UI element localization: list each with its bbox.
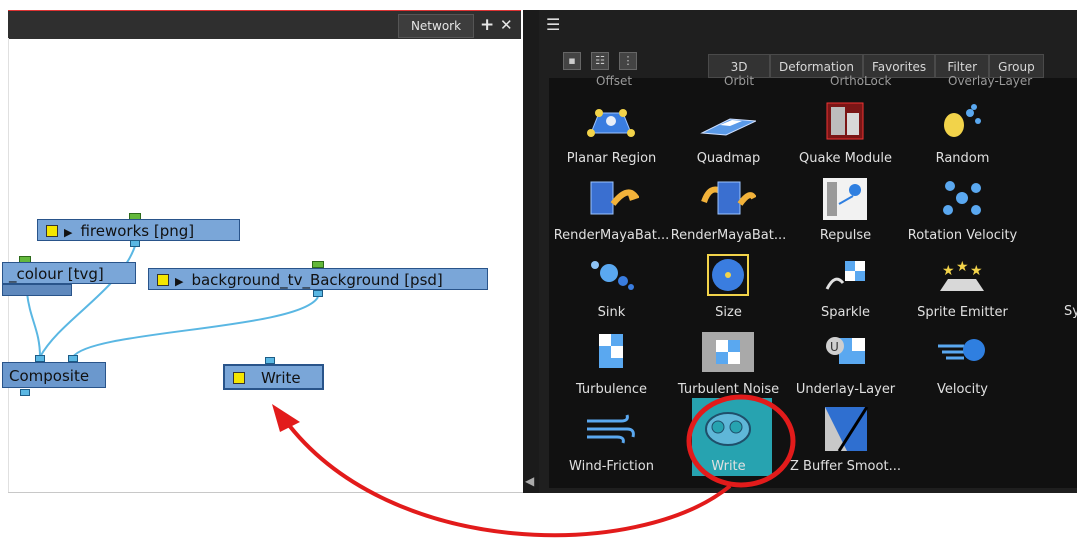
list-view-icon[interactable]: ☷ xyxy=(591,52,609,70)
collapse-arrow-icon[interactable]: ◀ xyxy=(525,474,534,488)
library-item-label: Turbulence xyxy=(575,382,648,397)
rotation-velocity-icon xyxy=(943,181,981,215)
random-icon xyxy=(944,104,981,137)
library-item-render-maya-batch-2[interactable]: RenderMayaBat... xyxy=(670,176,787,252)
library-item-label-orbit: Orbit xyxy=(724,74,755,88)
library-item-label: Z Buffer Smoot... xyxy=(790,459,901,474)
expand-arrow-icon[interactable]: ▶ xyxy=(64,226,72,239)
quadmap-icon xyxy=(700,118,756,136)
library-item-rotation-velocity[interactable]: Rotation Velocity xyxy=(904,176,1021,252)
node-enable-checkbox[interactable] xyxy=(157,274,169,286)
node-colour[interactable]: _colour [tvg] xyxy=(2,262,136,284)
library-item-label-offset: Offset xyxy=(596,74,633,88)
write-icon xyxy=(705,412,751,446)
expand-arrow-icon[interactable]: ▶ xyxy=(175,275,183,288)
quake-module-icon xyxy=(826,102,864,140)
library-item-random[interactable]: Random xyxy=(904,99,1021,175)
node-background[interactable]: ▶ background_tv_Background [psd] xyxy=(148,268,488,290)
node-label: background_tv_Background [psd] xyxy=(191,271,443,289)
svg-text:★: ★ xyxy=(956,259,969,275)
node-composite[interactable]: Composite xyxy=(2,362,106,388)
node-stack-shadow xyxy=(2,284,72,296)
library-item-label: Rotation Velocity xyxy=(907,228,1018,243)
wind-friction-icon xyxy=(587,414,635,444)
svg-text:★: ★ xyxy=(970,263,983,279)
library-item-quadmap[interactable]: Quadmap xyxy=(670,99,787,175)
library-item-label: Sink xyxy=(597,305,626,320)
library-item-label: Sparkle xyxy=(821,305,870,320)
library-item-label: Velocity xyxy=(937,382,988,397)
sink-icon xyxy=(591,261,634,290)
library-item-sink[interactable]: Sink xyxy=(553,253,670,329)
node-input-port[interactable] xyxy=(312,261,324,268)
tree-view-icon[interactable]: ▪ xyxy=(563,52,581,70)
render-maya-batch-icon xyxy=(701,181,756,215)
library-item-label: RenderMayaBat... xyxy=(670,228,787,243)
render-maya-batch-icon xyxy=(590,181,639,215)
node-write[interactable]: Write xyxy=(223,364,324,390)
library-item-size[interactable]: Size xyxy=(670,253,787,329)
library-item-label: RenderMayaBat... xyxy=(553,228,670,243)
node-output-port[interactable] xyxy=(20,389,30,396)
node-connections xyxy=(26,245,319,358)
library-item-label: Repulse xyxy=(819,228,872,243)
menu-icon[interactable]: ☰ xyxy=(546,15,560,34)
node-enable-checkbox[interactable] xyxy=(46,225,58,237)
node-output-port[interactable] xyxy=(313,290,323,297)
turbulence-icon xyxy=(599,334,623,368)
node-input-port[interactable] xyxy=(68,355,78,362)
library-item-label: Quadmap xyxy=(696,151,761,166)
library-item-label: Sprite Emitter xyxy=(917,305,1008,320)
sparkle-icon xyxy=(825,261,865,290)
library-item-label: Random xyxy=(935,151,990,166)
library-item-label-cut: Sy xyxy=(1064,304,1077,319)
library-item-label: Planar Region xyxy=(566,151,657,166)
library-item-label: Write xyxy=(711,459,746,474)
panel-splitter[interactable] xyxy=(523,10,539,493)
library-item-quake-module[interactable]: Quake Module xyxy=(787,99,904,175)
size-icon xyxy=(707,254,749,296)
node-label: Write xyxy=(261,369,301,387)
node-output-port[interactable] xyxy=(130,240,140,247)
library-item-turbulence[interactable]: Turbulence xyxy=(553,330,670,406)
node-enable-checkbox[interactable] xyxy=(233,372,245,384)
library-item-sprite-emitter[interactable]: ★ ★ ★ Sprite Emitter xyxy=(904,253,1021,329)
library-item-velocity[interactable]: Velocity xyxy=(904,330,1021,406)
library-item-z-buffer-smoothing[interactable]: Z Buffer Smoot... xyxy=(787,407,904,483)
library-item-render-maya-batch[interactable]: RenderMayaBat... xyxy=(553,176,670,252)
node-label: Composite xyxy=(9,367,90,385)
node-input-port[interactable] xyxy=(35,355,45,362)
node-input-port[interactable] xyxy=(265,357,275,364)
library-item-underlay-layer[interactable]: U Underlay-Layer xyxy=(787,330,904,406)
svg-text:★: ★ xyxy=(942,263,955,279)
library-item-label: Quake Module xyxy=(799,151,892,166)
library-item-turbulent-noise[interactable]: Turbulent Noise xyxy=(670,330,787,406)
library-item-label: Turbulent Noise xyxy=(677,382,780,397)
z-buffer-smoothing-icon xyxy=(825,407,869,451)
turbulent-noise-icon xyxy=(702,332,754,372)
library-item-write[interactable]: Write xyxy=(670,407,787,483)
svg-text:U: U xyxy=(830,340,839,354)
sprite-emitter-icon: ★ ★ ★ xyxy=(940,259,984,291)
library-item-planar-region[interactable]: Planar Region xyxy=(553,99,670,175)
library-item-label: Wind-Friction xyxy=(569,459,654,474)
library-item-wind-friction[interactable]: Wind-Friction xyxy=(553,407,670,483)
node-label: fireworks [png] xyxy=(80,222,195,240)
velocity-icon xyxy=(938,339,985,361)
library-item-label-ortholock: OrthoLock xyxy=(830,74,892,88)
library-item-repulse[interactable]: Repulse xyxy=(787,176,904,252)
node-fireworks[interactable]: ▶ fireworks [png] xyxy=(37,219,240,241)
library-item-label: Underlay-Layer xyxy=(795,382,896,397)
node-label: _colour [tvg] xyxy=(9,265,104,283)
library-item-label-overlay-layer: Overlay-Layer xyxy=(948,74,1033,88)
underlay-layer-icon: U xyxy=(826,337,865,364)
library-item-label: Size xyxy=(715,305,742,320)
tree-collapse-icon[interactable]: ⋮ xyxy=(619,52,637,70)
library-item-sparkle[interactable]: Sparkle xyxy=(787,253,904,329)
repulse-icon xyxy=(823,178,867,220)
planar-region-icon xyxy=(587,109,635,137)
